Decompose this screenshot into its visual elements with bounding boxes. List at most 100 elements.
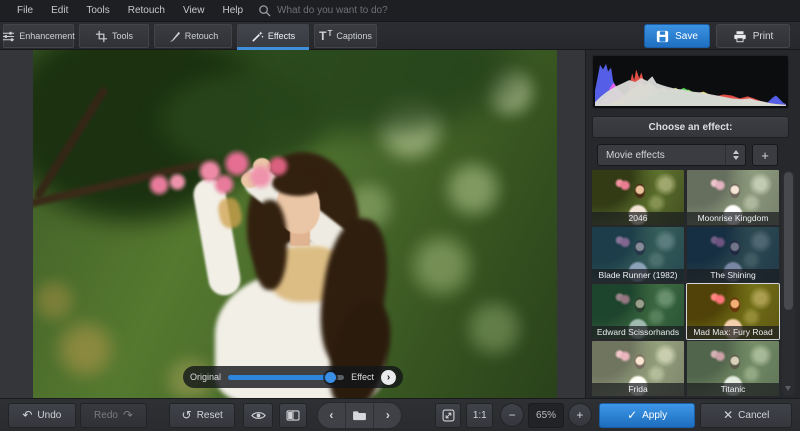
tab-enhancement[interactable]: Enhancement — [3, 24, 74, 48]
before-after-view-button[interactable] — [279, 403, 307, 428]
effect-thumb-blade-runner[interactable]: Blade Runner (1982) — [592, 227, 684, 282]
effect-thumb-the-shining[interactable]: The Shining — [687, 227, 779, 282]
reset-button[interactable]: ↺ Reset — [169, 403, 235, 428]
sliders-icon — [2, 30, 15, 43]
file-navigation: ‹ › — [317, 402, 403, 429]
histogram-chart — [595, 58, 786, 106]
undo-label: Undo — [37, 410, 61, 421]
effect-thumb-2046[interactable]: 2046 — [592, 170, 684, 225]
effect-name: 2046 — [592, 212, 684, 225]
effect-name: Edward Scissorhands — [592, 326, 684, 339]
menu-retouch[interactable]: Retouch — [119, 0, 174, 22]
menu-file[interactable]: File — [8, 0, 42, 22]
crop-icon — [95, 30, 108, 43]
compare-slider-track[interactable] — [228, 375, 344, 380]
printer-icon — [733, 30, 747, 43]
open-folder-button[interactable] — [345, 403, 373, 428]
compare-slider-handle[interactable] — [325, 372, 336, 383]
cancel-button[interactable]: ✕ Cancel — [700, 403, 792, 428]
original-label: Original — [190, 372, 221, 382]
zoom-in-button[interactable]: + — [568, 403, 592, 427]
search-input[interactable]: What do you want to do? — [258, 4, 388, 17]
effect-thumb-edward-scissorhands[interactable]: Edward Scissorhands — [592, 284, 684, 339]
search-icon — [258, 4, 271, 17]
photo-flowers — [183, 148, 291, 200]
tab-effects[interactable]: Effects — [237, 24, 309, 48]
choose-effect-header: Choose an effect: — [592, 116, 789, 138]
split-view-icon — [286, 410, 300, 421]
dropdown-spinner — [725, 145, 745, 165]
cancel-label: Cancel — [738, 410, 769, 421]
effects-grid: 2046 Moonrise Kingdom Blade Runner (1982… — [592, 170, 780, 396]
brush-icon — [168, 30, 181, 43]
tab-label: Effects — [268, 31, 295, 41]
next-photo-button[interactable]: › — [373, 403, 401, 428]
add-effect-button[interactable]: + — [752, 144, 778, 166]
apply-label: Apply — [642, 410, 667, 421]
tab-label: Enhancement — [19, 31, 75, 41]
photo-editor-window: File Edit Tools Retouch View Help What d… — [0, 0, 800, 431]
dropdown-value: Movie effects — [606, 150, 665, 161]
menu-help[interactable]: Help — [213, 0, 252, 22]
undo-button[interactable]: ↶ Undo — [8, 403, 76, 428]
tab-captions[interactable]: TT Captions — [314, 24, 377, 48]
magic-wand-icon — [251, 30, 264, 43]
menu-tools[interactable]: Tools — [77, 0, 118, 22]
menu-view[interactable]: View — [174, 0, 214, 22]
print-label: Print — [753, 31, 774, 42]
ratio-label: 1:1 — [473, 410, 487, 421]
apply-button[interactable]: ✓ Apply — [599, 403, 696, 428]
undo-icon: ↶ — [22, 409, 32, 421]
zoom-out-button[interactable]: − — [500, 403, 524, 427]
main-area: Original Effect › — [0, 50, 800, 398]
scroll-down-icon[interactable] — [785, 386, 791, 391]
search-placeholder: What do you want to do? — [277, 5, 388, 16]
save-label: Save — [675, 31, 698, 42]
tool-tabs: Enhancement Tools Retouch Effects — [3, 24, 377, 48]
effect-thumb-titanic[interactable]: Titanic — [687, 341, 779, 396]
scrollbar-thumb[interactable] — [784, 172, 793, 310]
effect-name: The Shining — [687, 269, 779, 282]
previous-photo-button[interactable]: ‹ — [318, 403, 345, 428]
compare-slider-fill — [228, 375, 330, 380]
effect-thumb-mad-max-selected[interactable]: Mad Max: Fury Road — [687, 284, 779, 339]
effect-name: Blade Runner (1982) — [592, 269, 684, 282]
tool-tab-bar: Enhancement Tools Retouch Effects — [0, 22, 800, 50]
header-actions: Save Print — [644, 24, 790, 48]
minus-icon: − — [509, 409, 516, 421]
effect-name: Mad Max: Fury Road — [687, 326, 779, 339]
effects-scrollbar[interactable] — [782, 170, 795, 396]
effect-thumb-frida[interactable]: Frida — [592, 341, 684, 396]
menu-edit[interactable]: Edit — [42, 0, 77, 22]
effect-label: Effect — [351, 372, 374, 382]
redo-button[interactable]: Redo ↷ — [80, 403, 148, 428]
floppy-icon — [656, 30, 669, 43]
show-original-button[interactable] — [243, 403, 273, 428]
edited-photo — [33, 50, 557, 398]
tab-tools[interactable]: Tools — [79, 24, 149, 48]
print-button[interactable]: Print — [716, 24, 790, 48]
tab-label: Captions — [336, 31, 372, 41]
effects-sidebar: Choose an effect: Movie effects + 2046 M… — [585, 50, 800, 398]
photo-flowers — [141, 170, 193, 200]
effect-name: Moonrise Kingdom — [687, 212, 779, 225]
actual-size-button[interactable]: 1:1 — [466, 403, 493, 428]
zoom-level-display: 65% — [528, 403, 564, 428]
eye-icon — [251, 410, 266, 421]
spinner-up-icon[interactable] — [733, 150, 739, 154]
redo-label: Redo — [94, 410, 118, 421]
save-button[interactable]: Save — [644, 24, 710, 48]
tab-label: Tools — [112, 31, 133, 41]
histogram-panel — [592, 55, 789, 109]
spinner-down-icon[interactable] — [733, 156, 739, 160]
tab-label: Retouch — [185, 31, 219, 41]
canvas-area: Original Effect › — [0, 50, 585, 398]
effect-name: Frida — [592, 383, 684, 396]
effect-thumb-moonrise-kingdom[interactable]: Moonrise Kingdom — [687, 170, 779, 225]
effect-category-dropdown[interactable]: Movie effects — [597, 144, 746, 166]
fit-to-screen-button[interactable] — [435, 403, 461, 428]
folder-icon — [352, 410, 367, 421]
next-effect-button[interactable]: › — [381, 370, 396, 385]
tab-retouch[interactable]: Retouch — [154, 24, 232, 48]
redo-icon: ↷ — [123, 409, 133, 421]
